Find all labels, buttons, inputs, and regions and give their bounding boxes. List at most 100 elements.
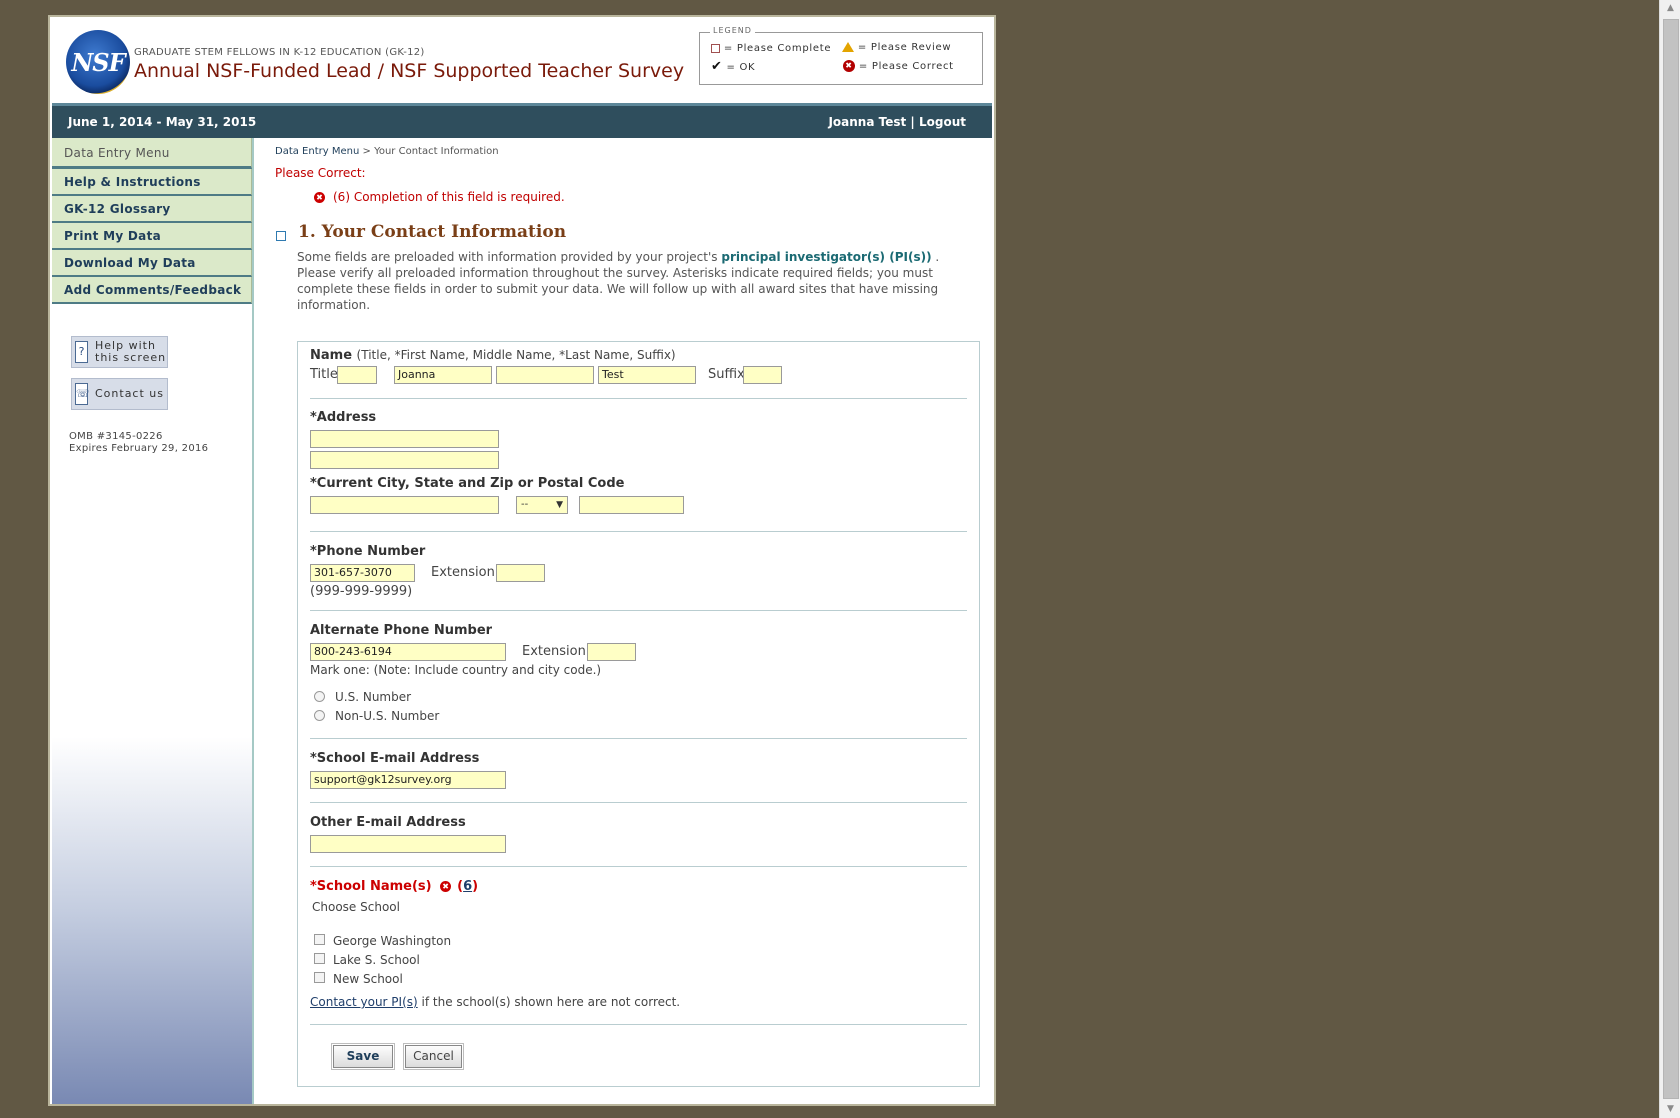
choose-school-label: Choose School (312, 900, 400, 914)
cancel-button[interactable]: Cancel (403, 1043, 464, 1070)
divider (310, 531, 967, 532)
contact-pi-note: Contact your PI(s) if the school(s) show… (310, 995, 681, 1009)
title-input[interactable] (337, 366, 377, 384)
pi-glossary-link[interactable]: principal investigator(s) (PI(s)) (721, 250, 931, 264)
school-option-label: George Washington (333, 934, 452, 948)
save-button[interactable]: Save (331, 1043, 395, 1070)
state-select[interactable]: -- ▼ (516, 496, 568, 514)
alt-extension-label: Extension (522, 644, 586, 659)
school-option-label: New School (333, 972, 403, 986)
middle-name-input[interactable] (496, 366, 594, 384)
divider (310, 802, 967, 803)
school-email-input[interactable]: support@gk12survey.org (310, 771, 506, 789)
warning-triangle-icon (842, 42, 854, 52)
alt-phone-label: Alternate Phone Number (310, 623, 493, 638)
phone-icon: ☏ (75, 383, 90, 405)
error-message[interactable]: ✖ (6) Completion of this field is require… (314, 190, 565, 204)
survey-title: Annual NSF-Funded Lead / NSF Supported T… (134, 60, 685, 82)
scroll-down-icon[interactable]: ▼ (1660, 1101, 1680, 1118)
error-x-icon: ✖ (440, 881, 452, 892)
section-intro: Some fields are preloaded with informati… (297, 250, 940, 312)
city-state-zip-label: *Current City, State and Zip or Postal C… (310, 476, 625, 491)
title-label: Title (310, 367, 338, 382)
extension-label: Extension (431, 565, 495, 580)
program-subtitle: GRADUATE STEM FELLOWS IN K-12 EDUCATION … (134, 47, 425, 58)
zip-input[interactable] (579, 496, 684, 514)
divider (310, 738, 967, 739)
city-input[interactable] (310, 496, 499, 514)
address-line-1-input[interactable] (310, 430, 499, 448)
address-label: *Address (310, 410, 377, 425)
scroll-up-icon[interactable]: ▲ (1660, 0, 1680, 17)
scrollbar-thumb[interactable] (1663, 19, 1679, 1099)
school-checkbox[interactable] (314, 934, 325, 945)
alt-extension-input[interactable] (587, 643, 636, 661)
top-nav-bar: June 1, 2014 - May 31, 2015 Joanna Test … (52, 103, 992, 138)
address-line-2-input[interactable] (310, 451, 499, 469)
non-us-number-label: Non-U.S. Number (335, 709, 440, 723)
other-email-input[interactable] (310, 835, 506, 853)
name-label: Name (Title, *First Name, Middle Name, *… (310, 348, 676, 363)
phone-extension-input[interactable] (496, 564, 545, 582)
school-checkbox[interactable] (314, 972, 325, 983)
question-icon: ? (75, 341, 88, 363)
contact-pi-link[interactable]: Contact your PI(s) (310, 995, 418, 1009)
divider (310, 610, 967, 611)
phone-label: *Phone Number (310, 544, 426, 559)
help-with-screen-button[interactable]: ? Help with this screen (71, 336, 168, 368)
phone-format-hint: (999-999-9999) (310, 584, 413, 599)
breadcrumb-current: Your Contact Information (374, 146, 499, 157)
divider (310, 398, 967, 399)
other-email-label: Other E-mail Address (310, 815, 466, 830)
phone-input[interactable]: 301-657-3070 (310, 564, 415, 582)
legend-ok: ✔ = OK (711, 59, 756, 74)
school-checkbox[interactable] (314, 953, 325, 964)
school-option-label: Lake S. School (333, 953, 420, 967)
section-status-box-icon (276, 231, 286, 241)
checkmark-icon: ✔ (711, 59, 723, 74)
school-names-label: *School Name(s) ✖ (6) (310, 879, 479, 894)
error-x-icon: ✖ (843, 60, 855, 72)
sidebar-item-comments-feedback[interactable]: Add Comments/Feedback (52, 277, 252, 304)
sidebar-item-help-instructions[interactable]: Help & Instructions (52, 169, 252, 196)
suffix-label: Suffix (708, 367, 745, 382)
error-x-icon: ✖ (314, 192, 325, 203)
us-number-label: U.S. Number (335, 690, 412, 704)
legend-title: LEGEND (710, 26, 755, 35)
suffix-input[interactable] (743, 366, 782, 384)
omb-info: OMB #3145-0226 Expires February 29, 2016 (69, 431, 209, 454)
legend-please-correct: ✖ = Please Correct (843, 60, 954, 72)
sidebar-item-data-entry-menu[interactable]: Data Entry Menu (52, 138, 252, 169)
first-name-input[interactable]: Joanna (394, 366, 492, 384)
dropdown-arrow-icon: ▼ (556, 500, 563, 510)
user-area: Joanna Test | Logout (828, 115, 966, 129)
nsf-logo: NSF (66, 30, 130, 94)
sidebar-item-glossary[interactable]: GK-12 Glossary (52, 196, 252, 223)
sidebar-item-print-data[interactable]: Print My Data (52, 223, 252, 250)
breadcrumb-data-entry-menu[interactable]: Data Entry Menu (275, 146, 359, 157)
section-title: 1. Your Contact Information (298, 222, 567, 242)
reporting-period: June 1, 2014 - May 31, 2015 (68, 115, 257, 129)
legend: LEGEND = Please Complete = Please Review… (699, 26, 983, 85)
sidebar-item-download-data[interactable]: Download My Data (52, 250, 252, 277)
divider (310, 866, 967, 867)
last-name-input[interactable]: Test (598, 366, 696, 384)
divider (310, 1024, 967, 1025)
alt-phone-input[interactable]: 800-243-6194 (310, 643, 506, 661)
mark-one-note: Mark one: (Note: Include country and cit… (310, 663, 602, 677)
school-error-link[interactable]: 6 (463, 879, 472, 894)
sidebar: Data Entry Menu Help & Instructions GK-1… (52, 138, 254, 1104)
legend-please-review: = Please Review (842, 42, 951, 53)
vertical-scrollbar[interactable]: ▲ ▼ (1659, 0, 1680, 1118)
non-us-number-radio[interactable] (314, 710, 325, 721)
us-number-radio[interactable] (314, 691, 325, 702)
empty-box-icon (711, 43, 720, 53)
page-header: NSF GRADUATE STEM FELLOWS IN K-12 EDUCAT… (52, 17, 992, 103)
breadcrumb: Data Entry Menu > Your Contact Informati… (275, 146, 499, 157)
school-email-label: *School E-mail Address (310, 751, 480, 766)
please-correct-heading: Please Correct: (275, 166, 366, 180)
logout-link[interactable]: Logout (919, 115, 966, 129)
contact-us-button[interactable]: ☏ Contact us (71, 378, 168, 410)
contact-form: Name (Title, *First Name, Middle Name, *… (297, 341, 980, 1087)
user-name: Joanna Test (828, 115, 907, 129)
